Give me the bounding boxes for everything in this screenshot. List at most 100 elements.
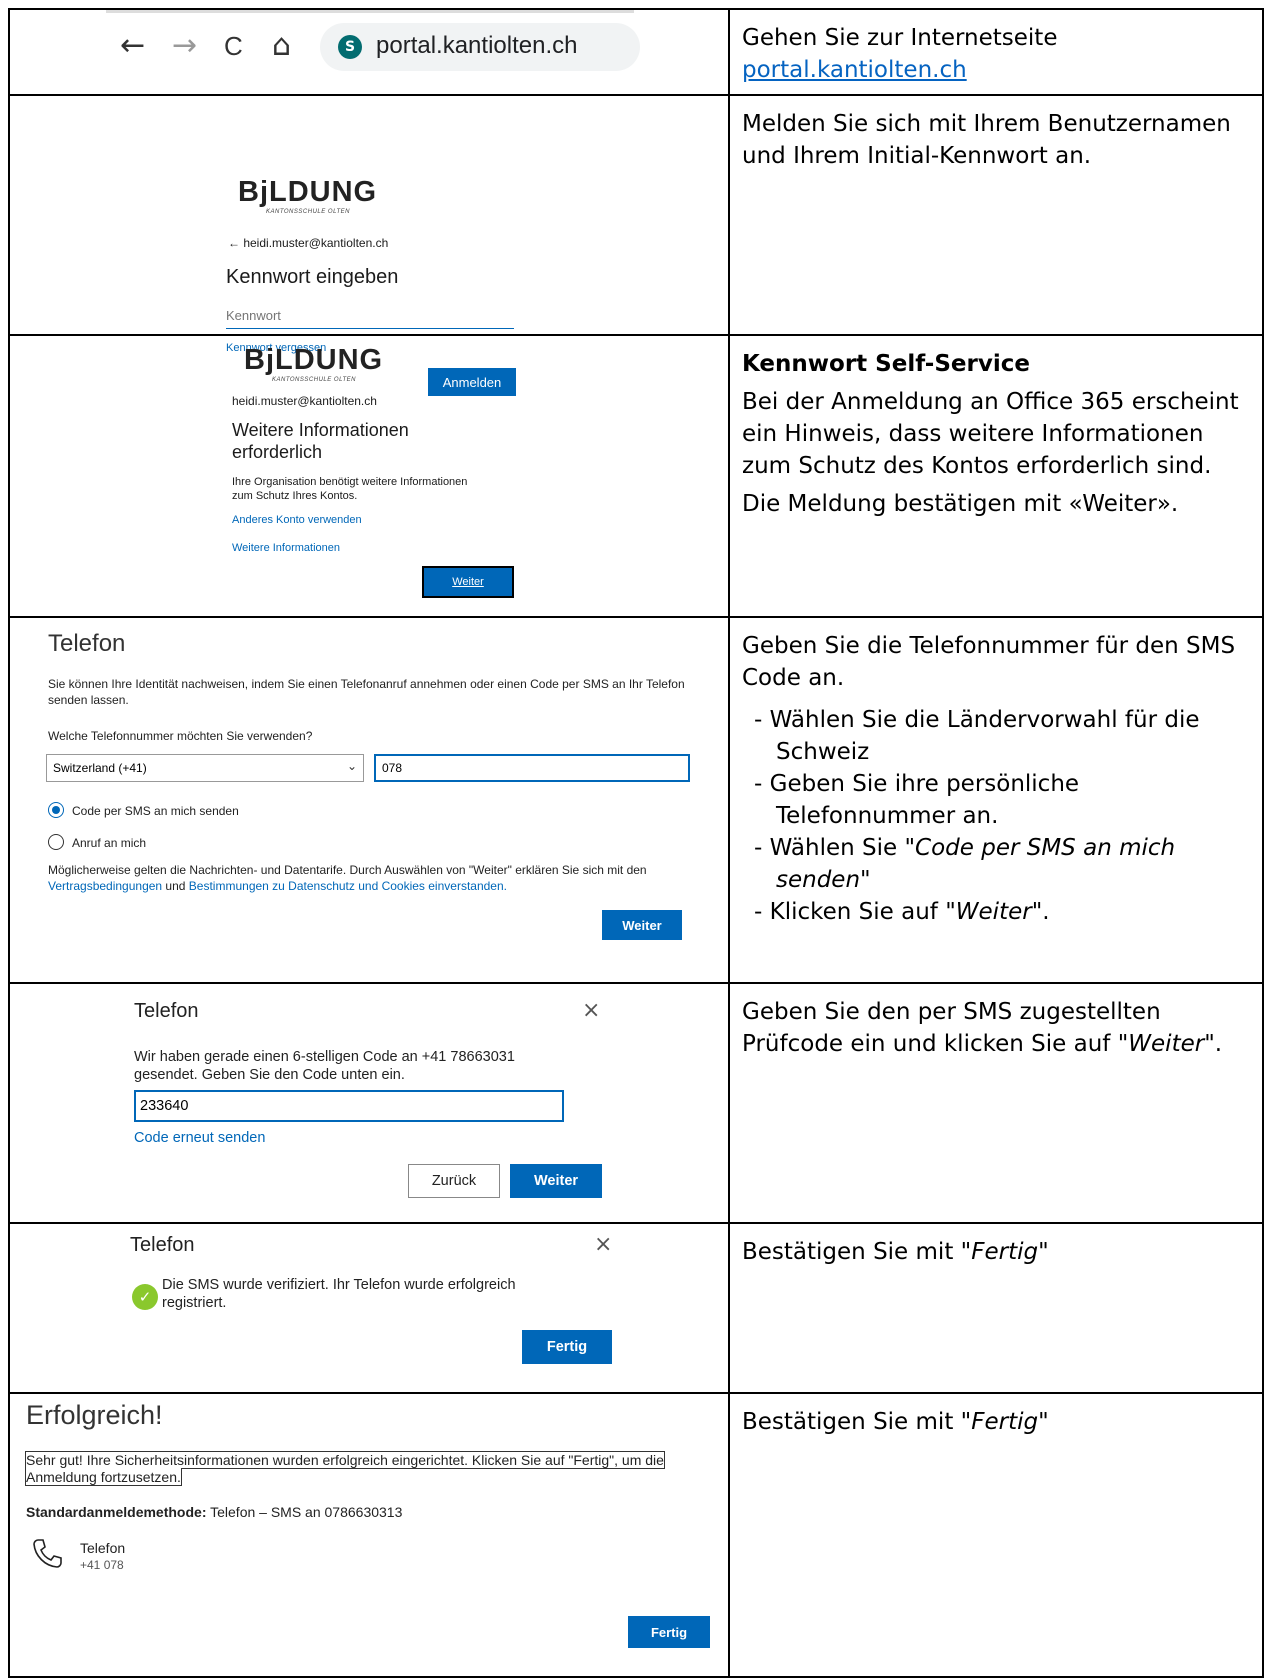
success-message: Sehr gut! Ihre Sicherheitsinformationen …: [25, 1451, 676, 1486]
step3-heading: Kennwort Self-Service: [742, 351, 1030, 377]
step5-text: Geben Sie den per SMS zugestellten Prüfc…: [742, 999, 1161, 1057]
password-input[interactable]: [226, 302, 514, 329]
back-arrow-icon[interactable]: ←: [120, 31, 145, 61]
success-screenshot-cell: Erfolgreich! Sehr gut! Ihre Sicherheitsi…: [8, 1392, 730, 1678]
login-screenshot-cell: BjLDUNG KANTONSSCHULE OLTEN ← heidi.must…: [8, 94, 730, 396]
phone-label: Telefon: [80, 1540, 126, 1556]
step7-pre: Bestätigen Sie mit ": [742, 1409, 972, 1435]
more-info-link[interactable]: Weitere Informationen: [232, 542, 340, 554]
step7-em: Fertig: [971, 1409, 1039, 1435]
success-message-text: Sehr gut! Ihre Sicherheitsinformationen …: [25, 1451, 665, 1486]
browser-screenshot-cell: ← → C ⌂ S portal.kantiolten.ch: [8, 8, 730, 96]
phone-setup-screenshot-cell: Telefon Sie können Ihre Identität nachwe…: [8, 616, 730, 984]
done-button[interactable]: Fertig: [522, 1330, 612, 1364]
code-message-line2: gesendet. Geben Sie den Code unten ein.: [134, 1067, 405, 1083]
verified-message-line2: registriert.: [162, 1295, 227, 1311]
phone-number: +41 078: [80, 1558, 124, 1572]
phone-title: Telefon: [48, 630, 126, 657]
account-email: heidi.muster@kantiolten.ch: [232, 394, 377, 408]
terms-text: Möglicherweise gelten die Nachrichten- u…: [48, 862, 698, 894]
login-title: Kennwort eingeben: [226, 266, 399, 288]
step4-bullet1: Wählen Sie die Ländervorwahl für die Sch…: [754, 704, 1250, 768]
next-button[interactable]: Weiter: [602, 910, 682, 940]
step6-pre: Bestätigen Sie mit ": [742, 1239, 972, 1265]
close-icon[interactable]: ×: [594, 1232, 612, 1257]
phone-description: Sie können Ihre Identität nachweisen, in…: [48, 677, 685, 707]
school-logo-sub: KANTONSSCHULE OLTEN: [272, 377, 356, 383]
moreinfo-desc-line2: zum Schutz Ihres Kontos.: [232, 490, 358, 502]
step4-bullet4: Klicken Sie auf "Weiter".: [754, 896, 1250, 928]
home-icon[interactable]: ⌂: [272, 31, 291, 61]
back-button[interactable]: Zurück: [408, 1164, 500, 1198]
step2-instructions: Melden Sie sich mit Ihrem Benutzernamen …: [728, 94, 1264, 336]
phone-icon: [33, 1539, 62, 1568]
other-account-link[interactable]: Anderes Konto verwenden: [232, 514, 362, 526]
chevron-down-icon: ⌄: [346, 759, 357, 773]
step6-instructions: Bestätigen Sie mit "Fertig": [728, 1222, 1264, 1394]
step1-text: Gehen Sie zur Internetseite: [742, 25, 1058, 51]
address-bar[interactable]: S portal.kantiolten.ch: [320, 23, 640, 71]
moreinfo-desc-line1: Ihre Organisation benötigt weitere Infor…: [232, 476, 468, 488]
browser-toolbar: ← → C ⌂ S portal.kantiolten.ch: [106, 10, 640, 79]
verified-dialog-screenshot-cell: Telefon × ✓ Die SMS wurde verifiziert. I…: [8, 1222, 730, 1394]
step4-bullet4-pre: Klicken Sie auf ": [769, 899, 956, 925]
dialog-title: Telefon: [134, 1000, 199, 1022]
instruction-table: ← → C ⌂ S portal.kantiolten.ch Gehen Sie…: [8, 8, 1264, 1678]
step4-bullet4-em: Weiter: [955, 899, 1032, 925]
code-input[interactable]: [134, 1090, 564, 1122]
step6-em: Fertig: [971, 1239, 1039, 1265]
step4-bullet4-post: ".: [1031, 899, 1050, 925]
resend-code-link[interactable]: Code erneut senden: [134, 1130, 265, 1146]
step7-instructions: Bestätigen Sie mit "Fertig": [728, 1392, 1264, 1678]
step3-paragraph2: Die Meldung bestätigen mit «Weiter».: [742, 491, 1179, 517]
done-button[interactable]: Fertig: [628, 1616, 710, 1648]
forward-arrow-icon[interactable]: →: [172, 31, 197, 61]
next-button[interactable]: Weiter: [510, 1164, 602, 1198]
phone-question: Welche Telefonnummer möchten Sie verwend…: [48, 729, 313, 743]
step4-bullet2: Geben Sie ihre persönliche Telefonnummer…: [754, 768, 1250, 832]
back-email[interactable]: ← heidi.muster@kantiolten.ch: [228, 236, 388, 250]
sms-option-label: Code per SMS an mich senden: [72, 804, 239, 818]
call-option-label: Anruf an mich: [72, 836, 147, 850]
step4-intro: Geben Sie die Telefonnummer für den SMS …: [742, 633, 1236, 691]
code-message-line1: Wir haben gerade einen 6-stelligen Code …: [134, 1049, 515, 1065]
step4-bullet3-post: ": [860, 867, 871, 893]
step4-list: Wählen Sie die Ländervorwahl für die Sch…: [742, 704, 1250, 928]
dialog-title: Telefon: [130, 1234, 195, 1256]
moreinfo-title-line2: erforderlich: [232, 442, 323, 462]
privacy-link[interactable]: Bestimmungen zu Datenschutz und Cookies …: [189, 879, 507, 893]
step5-post: ".: [1204, 1031, 1223, 1057]
default-method: Standardanmeldemethode: Telefon – SMS an…: [26, 1504, 402, 1520]
step5-quote: ": [1117, 1031, 1129, 1057]
country-value: Switzerland (+41): [53, 761, 147, 775]
phone-number-input[interactable]: [374, 754, 690, 782]
reload-icon[interactable]: C: [224, 31, 243, 61]
school-logo: BjLDUNG: [238, 176, 378, 208]
sms-radio[interactable]: [48, 802, 64, 818]
method-label: Standardanmeldemethode:: [26, 1504, 207, 1520]
portal-link[interactable]: portal.kantiolten.ch: [742, 57, 967, 83]
moreinfo-screenshot-cell: BjLDUNG KANTONSSCHULE OLTEN heidi.muster…: [8, 334, 730, 618]
sharepoint-icon: S: [338, 35, 368, 59]
step2-text: Melden Sie sich mit Ihrem Benutzernamen …: [742, 111, 1231, 169]
step7-post: ": [1038, 1409, 1049, 1435]
method-value: Telefon – SMS an 0786630313: [206, 1504, 403, 1520]
step4-bullet3-pre: Wählen Sie ": [769, 835, 916, 861]
step4-bullet3: Wählen Sie "Code per SMS an mich senden": [754, 832, 1250, 896]
country-select[interactable]: Switzerland (+41) ⌄: [46, 754, 364, 782]
terms-link[interactable]: Vertragsbedingungen: [48, 879, 162, 893]
step6-post: ": [1038, 1239, 1049, 1265]
step4-instructions: Geben Sie die Telefonnummer für den SMS …: [728, 616, 1264, 984]
call-radio[interactable]: [48, 834, 64, 850]
step5-em: Weiter: [1128, 1031, 1205, 1057]
next-button[interactable]: Weiter: [422, 566, 514, 598]
step1-instructions: Gehen Sie zur Internetseite portal.kanti…: [728, 8, 1264, 96]
url-text: portal.kantiolten.ch: [376, 32, 578, 59]
code-dialog-screenshot-cell: Telefon × Wir haben gerade einen 6-stell…: [8, 982, 730, 1224]
school-logo-sub: KANTONSSCHULE OLTEN: [266, 209, 350, 215]
step3-paragraph1: Bei der Anmeldung an Office 365 erschein…: [742, 389, 1239, 479]
school-logo: BjLDUNG: [244, 344, 384, 376]
checkmark-icon: ✓: [132, 1284, 158, 1310]
terms-pre: Möglicherweise gelten die Nachrichten- u…: [48, 863, 647, 877]
close-icon[interactable]: ×: [582, 998, 600, 1023]
